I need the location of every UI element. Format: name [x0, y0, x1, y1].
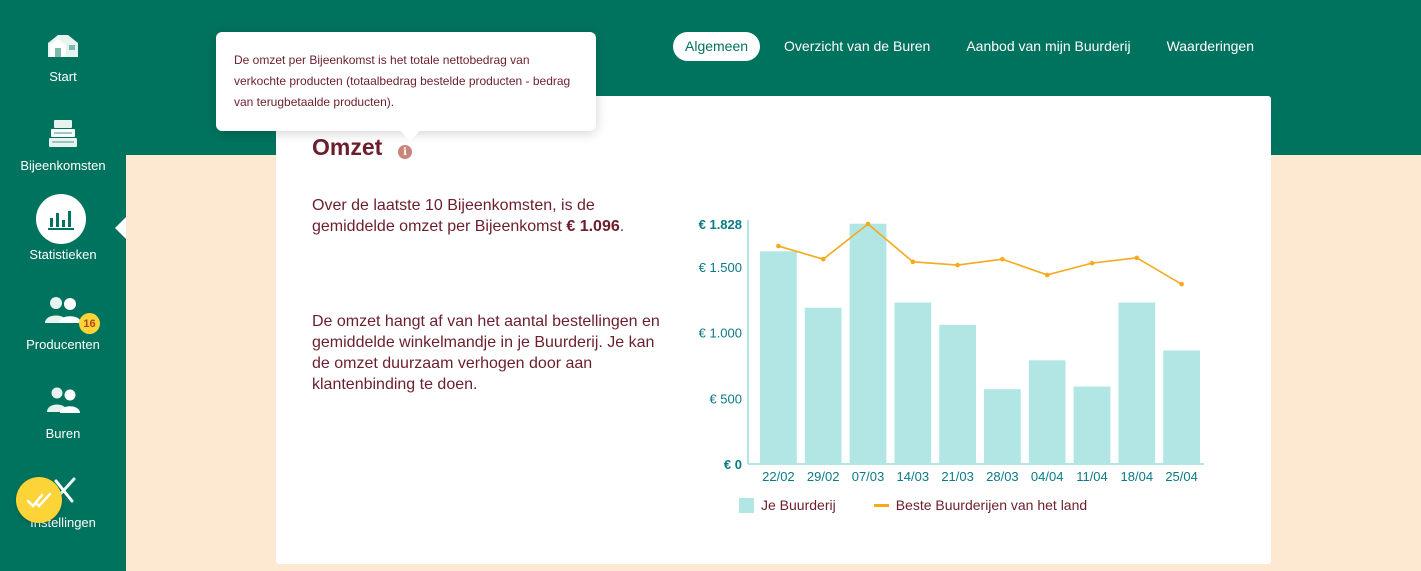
tab-waarderingen[interactable]: Waarderingen: [1155, 32, 1266, 61]
x-tick-label: 29/02: [807, 469, 840, 484]
x-tick-label: 28/03: [986, 469, 1019, 484]
card-title: Omzet: [312, 134, 383, 160]
tab-algemeen[interactable]: Algemeen: [673, 32, 761, 61]
x-tick-label: 21/03: [941, 469, 974, 484]
tab-overzicht-buren[interactable]: Overzicht van de Buren: [772, 32, 942, 61]
producers-icon: [43, 290, 83, 330]
point-29/02: [820, 256, 826, 262]
y-tick-label: € 0: [724, 457, 742, 472]
bar-29/02: [804, 307, 842, 464]
point-07/03: [865, 221, 871, 227]
nav-statistieken[interactable]: Statistieken: [0, 194, 126, 278]
y-tick-label: € 1.000: [699, 326, 742, 341]
neighbours-icon: [43, 380, 83, 420]
checkmarks-icon: [26, 492, 52, 508]
bar-07/03: [849, 223, 887, 464]
point-28/03: [1000, 256, 1005, 262]
y-tick-label: € 1.500: [699, 260, 742, 275]
point-22/02: [776, 243, 781, 249]
y-tick-label: € 1.828: [699, 217, 742, 232]
nav-producenten-label: Producenten: [26, 337, 100, 352]
nav-buren-label: Buren: [45, 426, 81, 441]
point-25/04: [1179, 281, 1184, 287]
line-beste-buurderijen: [778, 222, 1183, 285]
chart-legend: Je Buurderij Beste Buurderijen van het l…: [739, 497, 1087, 513]
y-tick-label: € 500: [709, 391, 742, 406]
point-11/04: [1089, 260, 1095, 266]
nav-statistieken-label: Statistieken: [29, 247, 97, 262]
x-tick-label: 07/03: [852, 469, 885, 484]
nav-producenten[interactable]: Producenten: [0, 290, 126, 370]
average-revenue-text: Over de laatste 10 Bijeenkomsten, is de …: [312, 197, 625, 235]
nav-buren[interactable]: Buren: [0, 380, 126, 460]
legend-beste-buurderijen: Beste Buurderijen van het land: [895, 497, 1088, 513]
average-revenue-value: € 1.096: [566, 218, 620, 235]
tab-aanbod[interactable]: Aanbod van mijn Buurderij: [954, 32, 1142, 61]
nav-instellingen-label: Instellingen: [30, 515, 96, 530]
point-04/04: [1044, 272, 1050, 278]
x-tick-label: 18/04: [1121, 469, 1154, 484]
bar-25/04: [1163, 350, 1200, 464]
producers-count-badge: 16: [79, 313, 100, 334]
x-tick-label: 22/02: [762, 469, 795, 484]
bar-21/03: [939, 324, 976, 464]
revenue-explanation-text: De omzet hangt af van het aantal bestell…: [312, 313, 660, 393]
sidebar: Start Bijeenkomsten Statistieken Produce…: [0, 0, 126, 571]
point-14/03: [910, 259, 916, 265]
tab-bar: Algemeen Overzicht van de Buren Aanbod v…: [673, 32, 1278, 61]
bar-14/03: [894, 302, 932, 464]
chart-icon: [36, 194, 86, 244]
bar-28/03: [984, 389, 1021, 464]
x-tick-label: 04/04: [1031, 469, 1064, 484]
bar-04/04: [1028, 360, 1066, 464]
point-21/03: [955, 262, 960, 268]
nav-bijeenkomsten[interactable]: Bijeenkomsten: [0, 113, 126, 193]
x-tick-label: 14/03: [897, 469, 930, 484]
legend-line-swatch: [873, 503, 889, 507]
point-18/04: [1134, 255, 1140, 261]
bar-11/04: [1073, 386, 1111, 464]
legend-je-buurderij: Je Buurderij: [761, 497, 836, 513]
info-icon[interactable]: i: [398, 145, 412, 159]
info-tooltip: De omzet per Bijeenkomst is het totale n…: [216, 32, 596, 131]
revenue-chart: € 0 € 500 € 1.000 € 1.500 € 1.828 22/02 29/02 0…: [699, 217, 1204, 484]
legend-bar-swatch: [739, 497, 754, 513]
farm-icon: [43, 26, 83, 66]
tooltip-arrow: [400, 130, 420, 142]
bar-18/04: [1118, 302, 1156, 464]
nav-start[interactable]: Start: [0, 26, 126, 106]
help-button[interactable]: [16, 477, 62, 523]
bar-22/02: [760, 251, 797, 464]
active-nav-pointer: [115, 217, 126, 239]
x-tick-label: 11/04: [1076, 469, 1108, 484]
nav-bijeenkomsten-label: Bijeenkomsten: [20, 158, 106, 173]
nav-start-label: Start: [49, 69, 77, 84]
crates-icon: [43, 113, 83, 153]
x-tick-label: 25/04: [1165, 469, 1198, 484]
